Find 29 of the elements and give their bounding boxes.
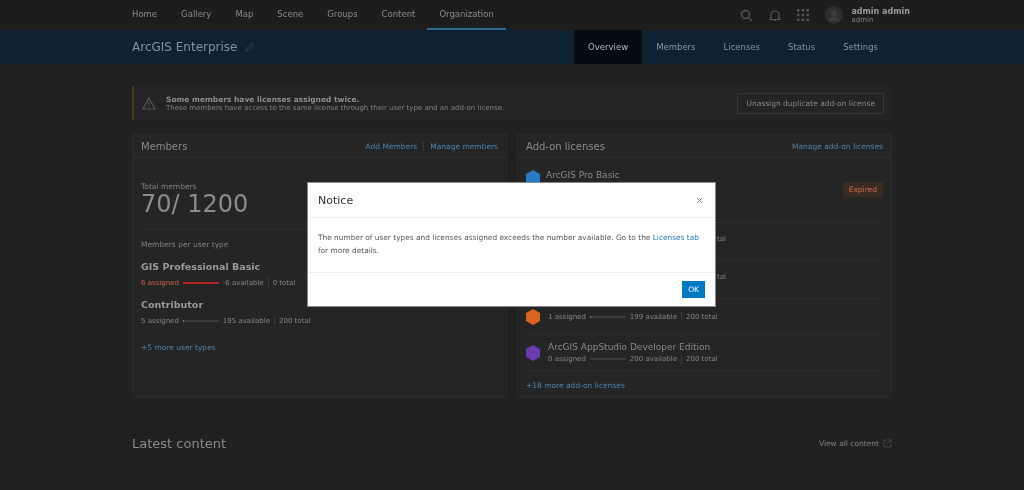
user-type-name: GIS Professional Basic xyxy=(141,261,262,273)
organization-title: ArcGIS Enterprise xyxy=(132,40,238,54)
nav-tab[interactable]: Scene xyxy=(265,0,316,30)
bell-icon[interactable] xyxy=(769,8,782,22)
section-tab[interactable]: Licenses xyxy=(709,30,775,64)
search-icon[interactable] xyxy=(740,8,754,22)
section-tab[interactable]: Settings xyxy=(829,30,892,64)
card-title: Members xyxy=(141,140,188,152)
nav-tab[interactable]: Content xyxy=(369,0,428,30)
nav-tab[interactable]: Groups xyxy=(315,0,370,30)
apps-grid-icon[interactable] xyxy=(797,9,810,21)
warning-icon xyxy=(142,96,156,110)
total-members: 70/ 1200 xyxy=(141,191,249,218)
user-name: admin admin xyxy=(851,6,910,16)
license-name: ArcGIS Pro Basic xyxy=(546,170,621,180)
license-name: ArcGIS AppStudio Developer Edition xyxy=(548,341,712,352)
nav-tab[interactable]: Map xyxy=(223,0,266,30)
section-tab[interactable]: Members xyxy=(642,30,710,64)
user-type-name: Contributor xyxy=(141,299,205,311)
external-link-icon xyxy=(883,439,892,448)
pencil-icon[interactable] xyxy=(245,42,256,52)
card-title: Add-on licenses xyxy=(526,140,605,152)
section-tab[interactable]: Overview xyxy=(574,30,643,64)
dialog-title: Notice xyxy=(318,193,354,207)
section-tab[interactable]: Status xyxy=(774,30,830,64)
section-title: Latest content xyxy=(132,436,227,451)
avatar-icon[interactable] xyxy=(825,6,844,24)
nav-tab[interactable]: Home xyxy=(132,0,170,30)
nav-tab[interactable]: Gallery xyxy=(169,0,224,30)
